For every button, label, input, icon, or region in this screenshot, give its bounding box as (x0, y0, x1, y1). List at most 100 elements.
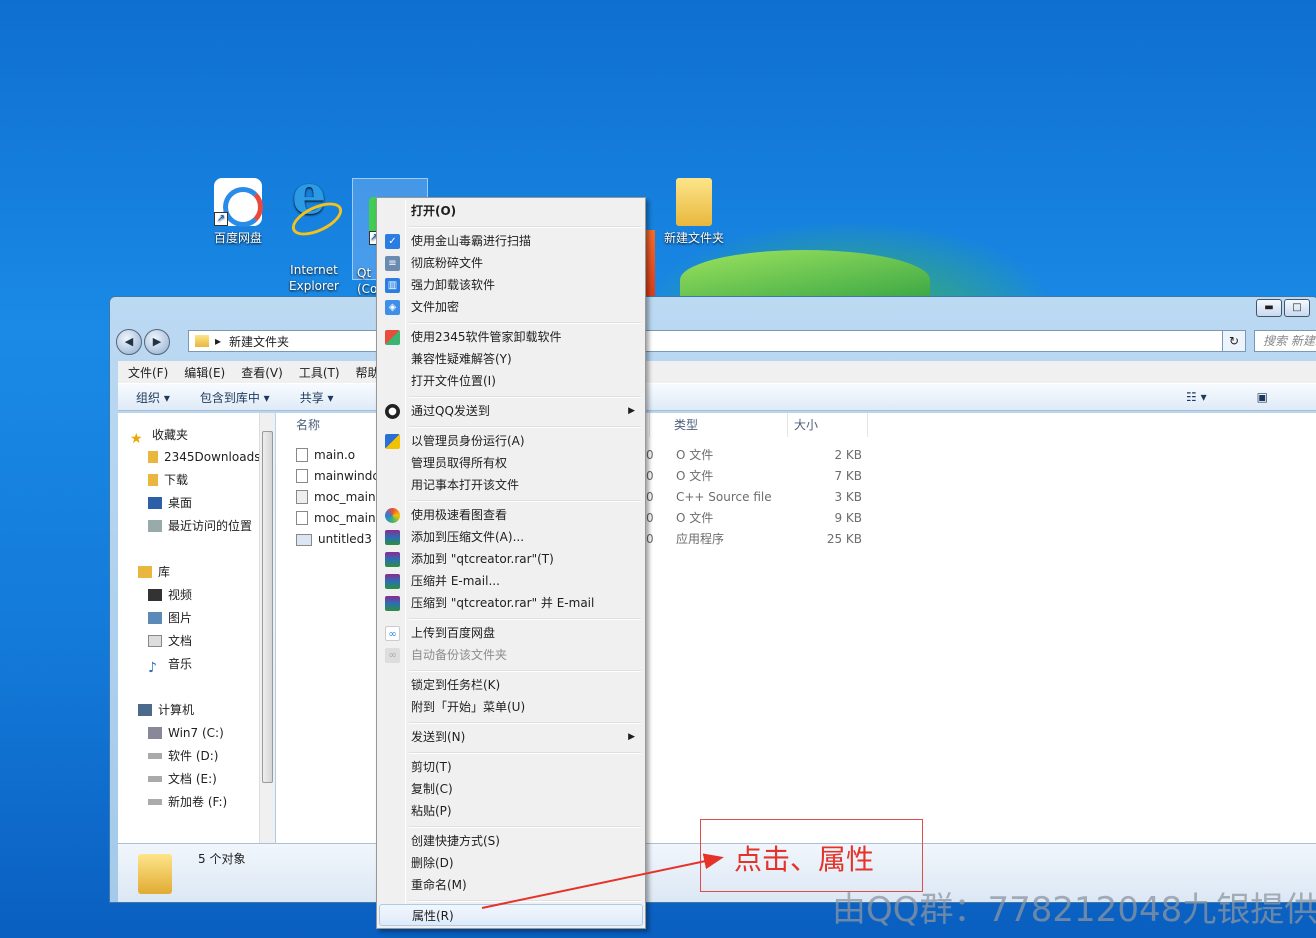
nav-item-desktop[interactable]: 桌面 (148, 493, 192, 513)
file-row-name[interactable]: moc_mainv (296, 508, 383, 529)
menu-separator (409, 722, 641, 724)
desktop-icon-label: 新建文件夹 (663, 231, 724, 245)
menu-item-send-via-qq[interactable]: ● 通过QQ发送到 ▶ (379, 400, 643, 422)
nav-label: 下载 (164, 473, 189, 487)
nav-item-downloads[interactable]: 下载 (148, 470, 188, 490)
menu-edit[interactable]: 编辑(E) (184, 364, 225, 381)
menu-separator (409, 322, 641, 324)
nav-item-recent[interactable]: 最近访问的位置 (148, 516, 252, 536)
submenu-arrow-icon: ▶ (628, 406, 635, 416)
menu-tools[interactable]: 工具(T) (299, 364, 340, 381)
menu-item-open-location[interactable]: 打开文件位置(I) (379, 370, 643, 392)
submenu-arrow-icon: ▶ (628, 732, 635, 742)
nav-item-videos[interactable]: 视频 (148, 585, 192, 605)
command-bar: 组织 ▾ 包含到库中 ▾ 共享 ▾ ☷ ▾ ▣ (118, 383, 1316, 411)
scrollbar-thumb[interactable] (262, 431, 273, 783)
nav-label: 新加卷 (F:) (168, 795, 228, 809)
nav-drive-d[interactable]: 软件 (D:) (148, 746, 218, 766)
menu-item-encrypt[interactable]: ◈ 文件加密 (379, 296, 643, 318)
menu-label: 彻底粉碎文件 (411, 256, 484, 270)
minimize-button[interactable]: ▬ (1256, 299, 1282, 317)
menu-item-compat-troubleshoot[interactable]: 兼容性疑难解答(Y) (379, 348, 643, 370)
nav-drive-f[interactable]: 新加卷 (F:) (148, 792, 227, 812)
view-options-icon[interactable]: ☷ ▾ (1186, 390, 1207, 404)
winrar-icon (385, 596, 400, 611)
file-row-name[interactable]: moc_mainv (296, 487, 383, 508)
menu-item-open[interactable]: 打开(O) (379, 200, 643, 222)
menu-item-2345-uninstall[interactable]: 使用2345软件管家卸载软件 (379, 326, 643, 348)
nav-item-2345downloads[interactable]: 2345Downloads (148, 447, 260, 467)
nav-computer[interactable]: 计算机 (138, 700, 194, 720)
file-type: C++ Source file (676, 490, 772, 504)
baidu-netdisk-icon: ↗ (214, 178, 263, 227)
nav-label: 最近访问的位置 (168, 519, 253, 533)
menu-item-run-as-admin[interactable]: 以管理员身份运行(A) (379, 430, 643, 452)
address-bar[interactable]: ▸ 新建文件夹 (188, 330, 1238, 352)
file-row-name[interactable]: mainwindc (296, 466, 379, 487)
desktop-icon-baidu[interactable]: ↗ 百度网盘 (200, 178, 276, 246)
nav-item-pictures[interactable]: 图片 (148, 608, 192, 628)
menu-item-force-uninstall[interactable]: ▥ 强力卸载该软件 (379, 274, 643, 296)
menu-item-copy[interactable]: 复制(C) (379, 778, 643, 800)
menu-item-send-to[interactable]: 发送到(N) ▶ (379, 726, 643, 748)
menu-separator (409, 670, 641, 672)
drive-icon (148, 776, 162, 782)
menu-bar: 文件(F) 编辑(E) 查看(V) 工具(T) 帮助( (118, 361, 1316, 383)
explorer-window: ▬ □ ◀ ▶ ▸ 新建文件夹 ↻ 搜索 新建... 文件(F) 编辑(E) 查… (109, 296, 1316, 903)
menu-view[interactable]: 查看(V) (241, 364, 283, 381)
column-header-type[interactable]: 类型 (668, 413, 788, 437)
menu-item-compress-email[interactable]: 压缩并 E-mail... (379, 570, 643, 592)
menu-separator (409, 752, 641, 754)
menu-item-upload-baidu[interactable]: ∞ 上传到百度网盘 (379, 622, 643, 644)
file-row-name[interactable]: main.o (296, 445, 355, 466)
menu-item-shred[interactable]: ≡ 彻底粉碎文件 (379, 252, 643, 274)
menu-item-add-to-archive[interactable]: 添加到压缩文件(A)... (379, 526, 643, 548)
cpp-file-icon (296, 490, 308, 504)
nav-item-music[interactable]: ♪ 音乐 (148, 654, 192, 676)
lock-folder-icon: ◈ (385, 300, 400, 315)
menu-item-take-ownership[interactable]: 管理员取得所有权 (379, 452, 643, 474)
desktop-icon-label: 百度网盘 (213, 231, 262, 245)
baidu-netdisk-icon: ∞ (385, 626, 400, 641)
menu-item-open-notepad[interactable]: 用记事本打开该文件 (379, 474, 643, 496)
refresh-button[interactable]: ↻ (1222, 330, 1246, 352)
file-icon (296, 469, 308, 483)
item-count: 5 个对象 (198, 852, 246, 866)
menu-item-pin-taskbar[interactable]: 锁定到任务栏(K) (379, 674, 643, 696)
nav-favorites[interactable]: ★ 收藏夹 (130, 425, 188, 447)
menu-item-compress-rar-email[interactable]: 压缩到 "qtcreator.rar" 并 E-mail (379, 592, 643, 614)
search-input[interactable]: 搜索 新建... (1254, 330, 1316, 352)
maximize-button[interactable]: □ (1284, 299, 1310, 317)
share-button[interactable]: 共享 ▾ (300, 389, 334, 406)
menu-item-cut[interactable]: 剪切(T) (379, 756, 643, 778)
nav-scrollbar[interactable] (259, 413, 275, 843)
desktop-icon-ie[interactable]: Internet Explorer (276, 178, 352, 310)
forward-button[interactable]: ▶ (144, 329, 170, 355)
menu-item-create-shortcut[interactable]: 创建快捷方式(S) (379, 830, 643, 852)
address-row: ◀ ▶ ▸ 新建文件夹 ↻ 搜索 新建... (116, 327, 1316, 357)
file-name: moc_mainv (314, 490, 383, 504)
context-menu: 打开(O) ✓ 使用金山毒霸进行扫描 ≡ 彻底粉碎文件 ▥ 强力卸载该软件 ◈ 文件加密… (376, 197, 646, 929)
menu-separator (409, 618, 641, 620)
include-in-library-button[interactable]: 包含到库中 ▾ (200, 389, 270, 406)
menu-item-add-to-rar[interactable]: 添加到 "qtcreator.rar"(T) (379, 548, 643, 570)
back-button[interactable]: ◀ (116, 329, 142, 355)
nav-item-documents[interactable]: 文档 (148, 631, 192, 651)
column-header-size[interactable]: 大小 (788, 413, 868, 437)
nav-libraries[interactable]: 库 (138, 562, 170, 582)
menu-item-duba-scan[interactable]: ✓ 使用金山毒霸进行扫描 (379, 230, 643, 252)
nav-drive-c[interactable]: Win7 (C:) (148, 723, 224, 743)
file-row-name[interactable]: untitled3 (296, 529, 372, 550)
computer-icon (138, 704, 152, 716)
preview-pane-icon[interactable]: ▣ (1257, 390, 1268, 404)
nav-drive-e[interactable]: 文档 (E:) (148, 769, 217, 789)
menu-item-fast-viewer[interactable]: 使用极速看图查看 (379, 504, 643, 526)
menu-item-paste[interactable]: 粘贴(P) (379, 800, 643, 822)
breadcrumb-folder[interactable]: 新建文件夹 (229, 333, 289, 350)
organize-button[interactable]: 组织 ▾ (136, 389, 170, 406)
desktop-icon-new-folder[interactable]: 新建文件夹 (652, 178, 736, 246)
view-controls: ☷ ▾ ▣ (1186, 390, 1298, 404)
menu-file[interactable]: 文件(F) (128, 364, 168, 381)
menu-label: 添加到压缩文件(A)... (411, 530, 525, 544)
menu-item-pin-start[interactable]: 附到「开始」菜单(U) (379, 696, 643, 718)
